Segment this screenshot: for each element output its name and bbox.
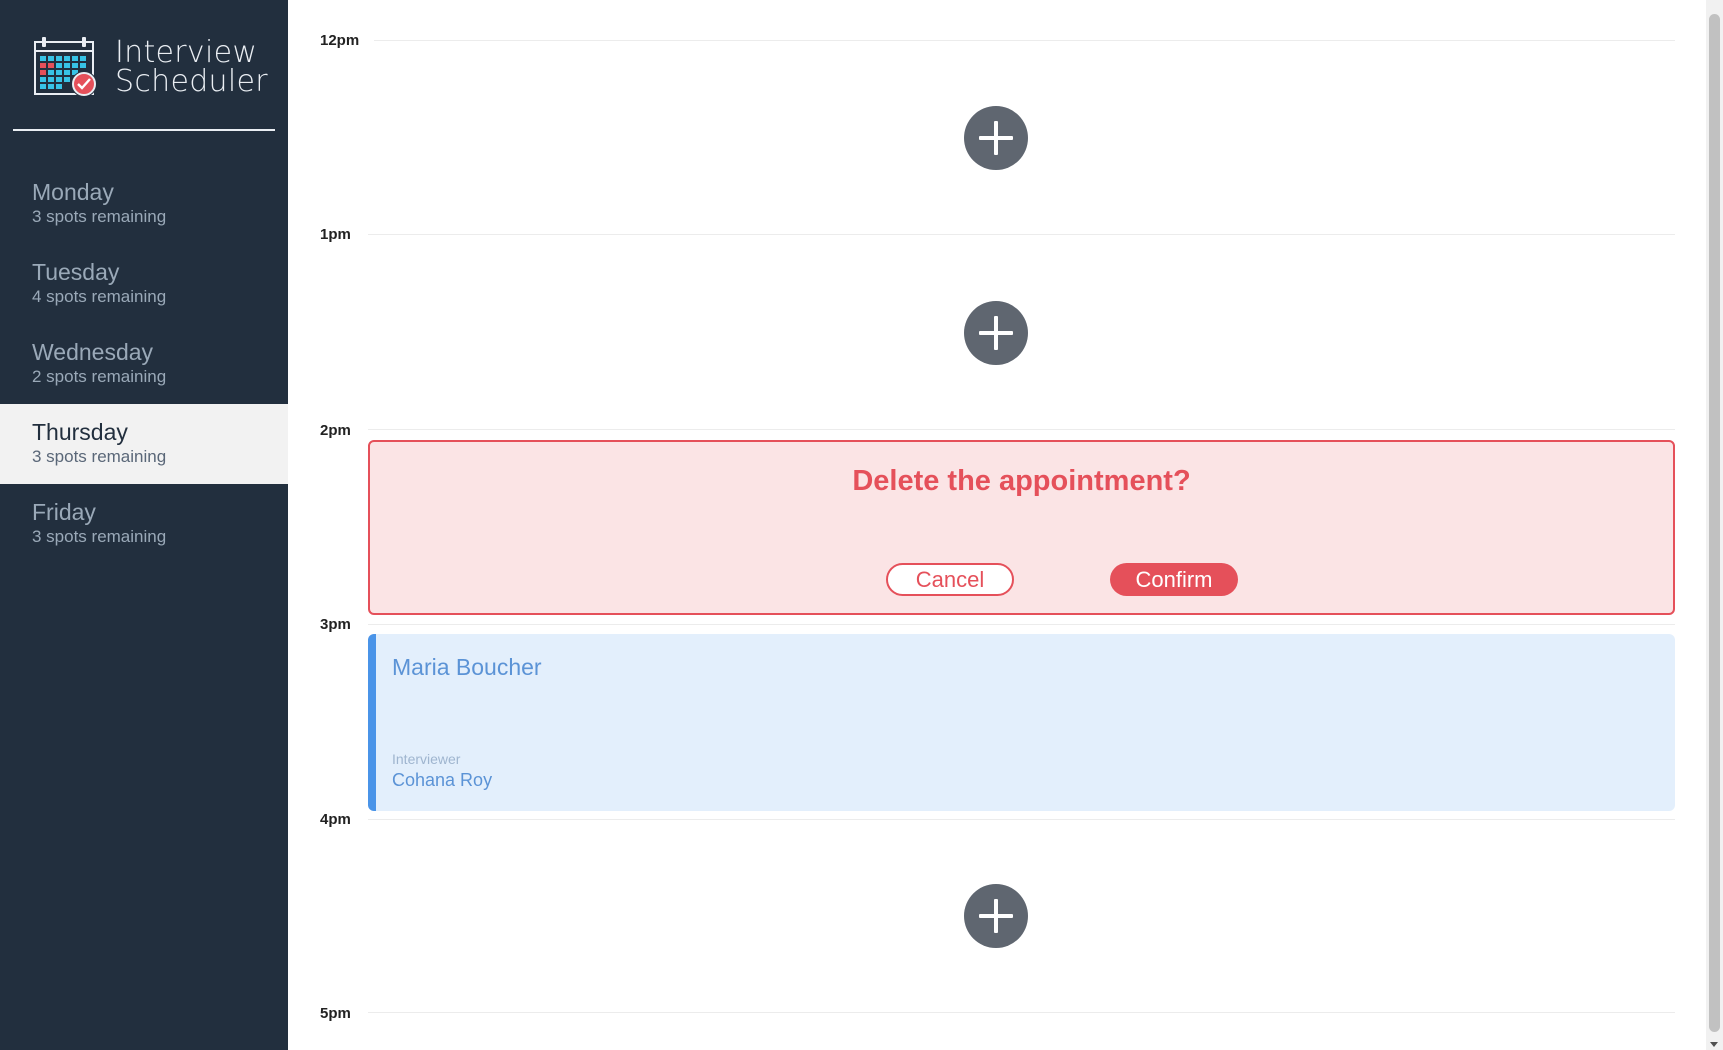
app-title: Interview Scheduler xyxy=(115,35,268,99)
day-item-thursday[interactable]: Thursday 3 spots remaining xyxy=(0,404,288,484)
plus-icon-stroke xyxy=(994,899,998,933)
day-list: Monday 3 spots remaining Tuesday 4 spots… xyxy=(0,164,288,564)
day-name: Thursday xyxy=(32,419,128,445)
day-name: Tuesday xyxy=(32,259,120,285)
app-title-line2: Scheduler xyxy=(115,64,268,99)
day-name: Wednesday xyxy=(32,339,154,365)
day-item-wednesday[interactable]: Wednesday 2 spots remaining xyxy=(0,324,288,404)
sidebar-divider xyxy=(13,129,275,131)
slot-divider xyxy=(368,819,1675,820)
slot-divider xyxy=(374,40,1675,41)
slot-divider xyxy=(368,234,1675,235)
time-label: 5pm xyxy=(320,1005,351,1022)
scroll-down-arrow-icon[interactable] xyxy=(1710,1042,1718,1047)
day-item-tuesday[interactable]: Tuesday 4 spots remaining xyxy=(0,244,288,324)
day-spots: 3 spots remaining xyxy=(32,447,167,466)
app: Interview Scheduler Monday 3 spots remai… xyxy=(0,0,1723,1050)
day-item-friday[interactable]: Friday 3 spots remaining xyxy=(0,484,288,564)
appointment-card[interactable]: Maria Boucher Interviewer Cohana Roy xyxy=(368,634,1675,811)
delete-confirm-card: Delete the appointment? Cancel Confirm xyxy=(368,440,1675,615)
slot-divider xyxy=(368,429,1675,430)
add-appointment-button[interactable] xyxy=(964,106,1028,170)
slot-divider xyxy=(368,1012,1675,1013)
student-name: Maria Boucher xyxy=(392,654,542,680)
day-name: Friday xyxy=(32,499,96,525)
sidebar: Interview Scheduler Monday 3 spots remai… xyxy=(0,0,288,1050)
day-spots: 2 spots remaining xyxy=(32,367,167,386)
add-appointment-button[interactable] xyxy=(964,884,1028,948)
app-title-line1: Interview xyxy=(115,35,258,70)
confirm-button[interactable]: Confirm xyxy=(1110,563,1238,596)
schedule: 12pm 1pm 2pm Delete the appointment? Can… xyxy=(288,0,1706,1050)
calendar-check-icon xyxy=(34,37,97,97)
vertical-scrollbar[interactable] xyxy=(1706,0,1723,1050)
cancel-button[interactable]: Cancel xyxy=(886,563,1014,596)
add-appointment-button[interactable] xyxy=(964,301,1028,365)
slot-divider xyxy=(368,624,1675,625)
scrollbar-thumb[interactable] xyxy=(1709,14,1720,1032)
time-label: 3pm xyxy=(320,616,351,633)
time-label: 12pm xyxy=(320,32,360,49)
interviewer-name: Cohana Roy xyxy=(392,770,493,790)
day-spots: 3 spots remaining xyxy=(32,527,167,546)
confirm-message: Delete the appointment? xyxy=(852,465,1191,497)
day-spots: 3 spots remaining xyxy=(32,207,167,226)
day-spots: 4 spots remaining xyxy=(32,287,167,306)
time-label: 2pm xyxy=(320,422,351,439)
day-name: Monday xyxy=(32,179,114,205)
plus-icon-stroke xyxy=(994,316,998,350)
plus-icon-stroke xyxy=(994,121,998,155)
interviewer-label: Interviewer xyxy=(392,751,461,767)
brand-logo: Interview Scheduler xyxy=(34,36,268,98)
day-item-monday[interactable]: Monday 3 spots remaining xyxy=(0,164,288,244)
time-label: 1pm xyxy=(320,226,351,243)
time-label: 4pm xyxy=(320,811,351,828)
